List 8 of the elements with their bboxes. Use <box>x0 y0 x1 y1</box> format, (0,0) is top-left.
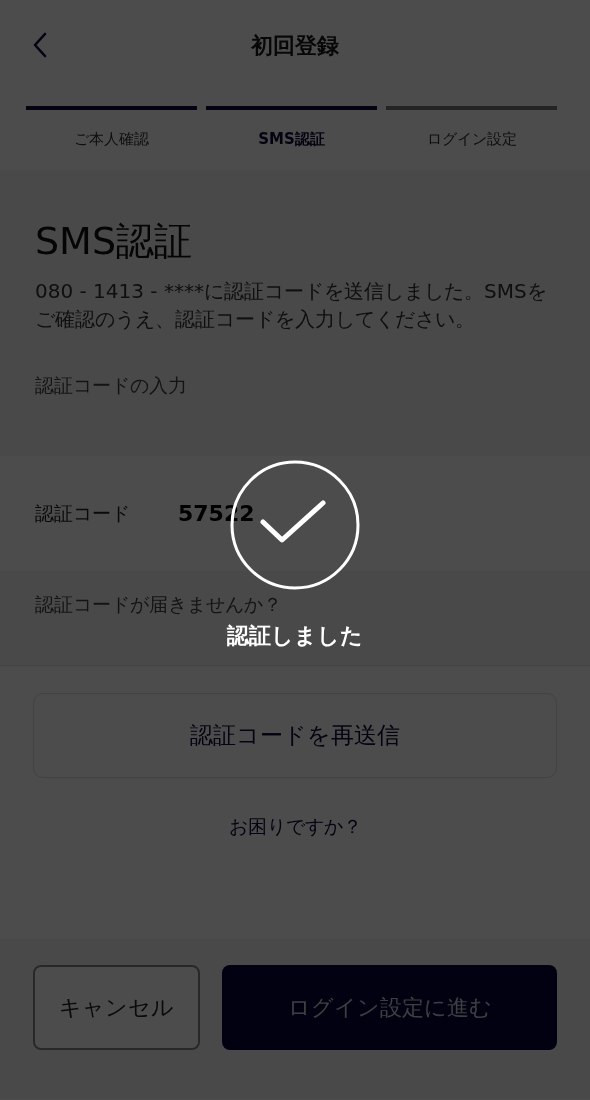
step-label: ログイン設定 <box>426 130 517 149</box>
step-label: SMS認証 <box>258 130 325 149</box>
toast-message: 認証しました <box>227 623 363 649</box>
instruction-text: 080 - 1413 - ****に認証コードを送信しました。SMSをご確認のうえ、認証コードを入力してください。 <box>35 278 548 333</box>
step-label: ご本人確認 <box>74 130 149 149</box>
field-label: 認証コード <box>35 500 131 526</box>
section-heading: SMS認証 <box>35 218 194 265</box>
page-title: 初回登録 <box>251 32 339 60</box>
